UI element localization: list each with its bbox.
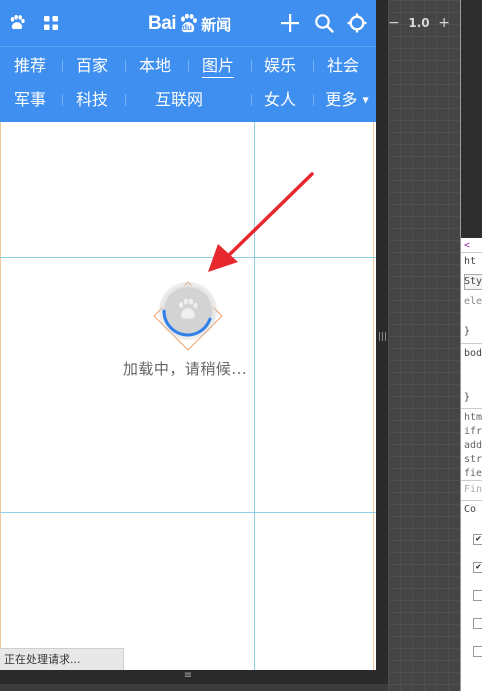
phone-viewport: Bai du 新闻 推荐 百家 本地 图片 娱乐 社会 军事 科技 互联网 女人… — [0, 0, 376, 670]
devtools-divider — [461, 480, 482, 481]
devtools-checkbox[interactable] — [473, 646, 482, 657]
bottom-strip — [0, 684, 388, 691]
devtools-brace: } — [464, 392, 471, 403]
devtools-brace: } — [464, 326, 471, 337]
devtools-breadcrumb[interactable]: ht — [464, 256, 476, 267]
devtools-rule: ele — [464, 296, 482, 307]
devtools-rule: htm — [464, 412, 482, 423]
devtools-rule: add — [464, 440, 482, 451]
devtools-styles-label[interactable]: Sty — [464, 276, 482, 287]
resize-handle-right[interactable]: ||| — [378, 330, 387, 344]
zoom-control: − 1.0 + — [388, 10, 450, 36]
devtools-checkbox[interactable] — [473, 618, 482, 629]
devtools-divider — [461, 408, 482, 409]
zoom-level: 1.0 — [408, 16, 430, 30]
zoom-out-button[interactable]: − — [388, 15, 400, 31]
devtools-tag[interactable]: < — [464, 240, 470, 251]
devtools-rule: fie — [464, 468, 482, 479]
devtools-rule: str — [464, 454, 482, 465]
devtools-divider — [461, 500, 482, 501]
devtools-checkbox[interactable] — [473, 590, 482, 601]
emulator-workspace — [388, 0, 460, 691]
status-bar: 正在处理请求... — [0, 648, 124, 670]
devtools-checkbox[interactable]: ✔ — [473, 534, 482, 545]
devtools-panel: < ht Sty ele } bod } htm ifr add str fie… — [460, 0, 482, 691]
zoom-in-button[interactable]: + — [438, 15, 450, 31]
annotation-arrow — [208, 172, 314, 272]
devtools-computed-tab[interactable]: Co — [464, 504, 476, 515]
resize-handle-bottom[interactable]: ≡ — [180, 671, 196, 683]
devtools-divider — [461, 252, 482, 253]
devtools-rule: bod — [464, 348, 482, 359]
devtools-rule: ifr — [464, 426, 482, 437]
devtools-divider — [461, 343, 482, 344]
devtools-dark-area — [461, 0, 482, 238]
devtools-checkbox[interactable]: ✔ — [473, 562, 482, 573]
devtools-find-input[interactable]: Fin — [464, 484, 482, 495]
